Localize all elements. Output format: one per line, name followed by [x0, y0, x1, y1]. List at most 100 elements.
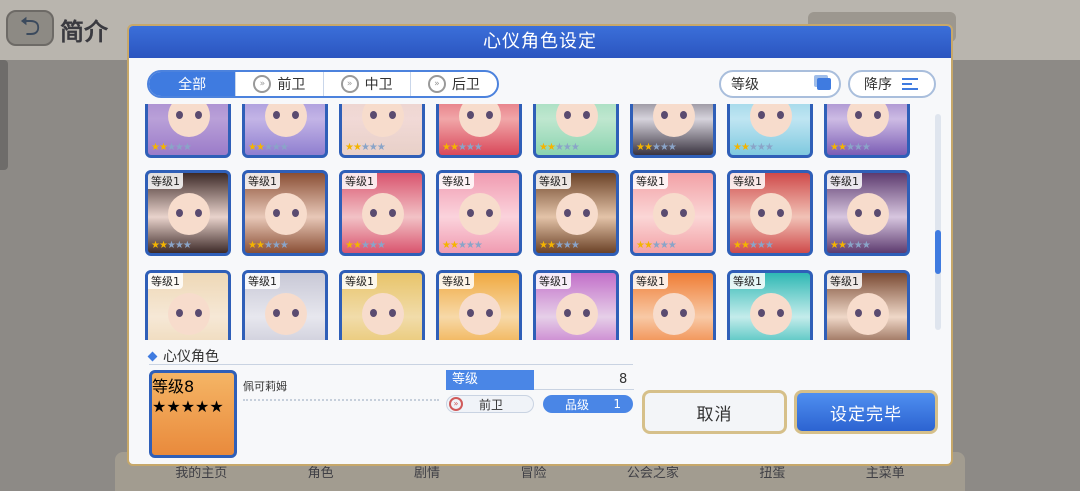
- descending-icon: [902, 78, 918, 90]
- level-badge: 等级1: [633, 273, 668, 289]
- character-card[interactable]: 等级1 ★★★★★: [339, 170, 425, 256]
- character-card[interactable]: 等级1 ★★★★★: [727, 170, 813, 256]
- character-portrait: [168, 104, 210, 137]
- portrait-eyes: [661, 309, 687, 317]
- tab-midguard[interactable]: » 中卫: [324, 72, 411, 96]
- portrait-eyes: [855, 209, 881, 217]
- character-card[interactable]: 等级1★★★★★: [339, 270, 425, 340]
- portrait-eyes: [273, 209, 299, 217]
- character-portrait: [556, 104, 598, 137]
- character-card[interactable]: 等级1★★★★★: [630, 170, 716, 256]
- tab-all[interactable]: 全部: [149, 72, 237, 96]
- star-rating: ★★★★★: [733, 142, 774, 153]
- portrait-eyes: [564, 209, 590, 217]
- level-badge: 等级1: [148, 273, 183, 289]
- tab-label: 全部: [178, 77, 207, 93]
- character-card[interactable]: 等级1★★★★★: [533, 170, 619, 256]
- star-rating: ★★★★★: [248, 142, 289, 153]
- character-portrait: [459, 104, 501, 137]
- character-card[interactable]: ★★★★★: [339, 104, 425, 158]
- dialog-title: 心仪角色设定: [129, 26, 951, 58]
- star-rating: ★★★★★: [151, 240, 192, 251]
- level-label: 等级: [446, 370, 534, 390]
- character-card[interactable]: 等级1★★★★★: [824, 270, 910, 340]
- portrait-eyes: [467, 209, 493, 217]
- star-rating: ★★★★★: [830, 142, 871, 153]
- character-card[interactable]: 等级1★★★★★: [242, 270, 328, 340]
- portrait-eyes: [661, 111, 687, 119]
- level-badge: 等级1: [730, 173, 765, 189]
- back-icon[interactable]: ⮌: [6, 10, 54, 46]
- portrait-eyes: [564, 111, 590, 119]
- character-card[interactable]: ★★★★★: [630, 104, 716, 158]
- vanguard-icon: »: [449, 397, 463, 411]
- level-badge: 等级1: [633, 173, 668, 189]
- rank-label: 品级: [565, 397, 590, 412]
- sort-by-level-button[interactable]: 等级: [719, 70, 841, 98]
- portrait-eyes: [176, 309, 202, 317]
- star-rating: ★★★★★: [442, 240, 483, 251]
- character-card[interactable]: 等级1★★★★★: [436, 170, 522, 256]
- character-portrait: [847, 104, 889, 137]
- star-rating: ★★★★★: [539, 240, 580, 251]
- character-card[interactable]: ★★★★★: [436, 104, 522, 158]
- character-portrait: [265, 104, 307, 137]
- favorite-section-title: 心仪角色: [147, 346, 219, 366]
- role-label: 前卫: [479, 397, 504, 412]
- tab-label: 中卫: [364, 77, 393, 93]
- level-badge: 等级1: [342, 273, 377, 289]
- favorite-character-card[interactable]: 等级8 ★★★★★: [149, 370, 237, 458]
- character-card[interactable]: ★★★★★: [533, 104, 619, 158]
- order-label: 降序: [864, 77, 892, 93]
- character-card[interactable]: ★★★★★: [727, 104, 813, 158]
- favorite-level-badge: 等级8: [152, 377, 195, 396]
- star-rating: ★★★★★: [539, 142, 580, 153]
- character-portrait: [653, 104, 695, 137]
- character-card[interactable]: 等级1★★★★★: [145, 270, 231, 340]
- character-card[interactable]: 等级1★★★★★: [436, 270, 522, 340]
- character-card[interactable]: 等级1★★★★★: [630, 270, 716, 340]
- tab-rearguard[interactable]: » 后卫: [411, 72, 497, 96]
- character-card[interactable]: ★★★★★: [824, 104, 910, 158]
- role-filter-tabs: 全部 » 前卫 » 中卫 » 后卫: [147, 70, 499, 98]
- role-badge: » 前卫: [446, 395, 534, 413]
- character-card[interactable]: 等级1★★★★★: [145, 170, 231, 256]
- character-portrait: [750, 104, 792, 137]
- character-card[interactable]: 等级1★★★★★: [242, 170, 328, 256]
- cancel-button[interactable]: 取消: [642, 390, 787, 434]
- favorite-character-dialog: 心仪角色设定 全部 » 前卫 » 中卫 » 后卫 等级 降序 ★★★★★ ★★★★★ ★★…: [127, 24, 953, 466]
- character-card[interactable]: ★★★★★: [242, 104, 328, 158]
- character-card[interactable]: 等级1★★★★★: [727, 270, 813, 340]
- portrait-eyes: [176, 209, 202, 217]
- favorite-section-label: 心仪角色: [163, 349, 219, 365]
- tab-vanguard[interactable]: » 前卫: [236, 72, 324, 96]
- character-card[interactable]: 等级1★★★★★: [533, 270, 619, 340]
- rank-value: 1: [613, 397, 621, 411]
- grid-scroll-thumb[interactable]: [935, 230, 941, 274]
- portrait-eyes: [370, 309, 396, 317]
- level-badge: 等级1: [827, 173, 862, 189]
- confirm-button[interactable]: 设定完毕: [794, 390, 938, 434]
- sort-order-button[interactable]: 降序: [848, 70, 936, 98]
- sort-label: 等级: [731, 77, 759, 93]
- favorite-star-rating: ★★★★★: [152, 397, 224, 416]
- portrait-eyes: [370, 209, 396, 217]
- tab-label: 后卫: [451, 77, 480, 93]
- level-badge: 等级1: [730, 273, 765, 289]
- star-rating: ★★★★★: [345, 142, 386, 153]
- star-rating: ★★★★★: [151, 142, 192, 153]
- character-card[interactable]: ★★★★★: [145, 104, 231, 158]
- favorite-character-name: 佩可莉姆: [243, 380, 287, 393]
- star-rating: ★★★★★: [345, 240, 386, 251]
- character-portrait: [362, 104, 404, 137]
- grid-scrollbar[interactable]: [935, 114, 941, 330]
- rank-badge: 品级 1: [543, 395, 633, 413]
- dotted-divider: [243, 399, 439, 401]
- level-badge: 等级1: [342, 173, 377, 189]
- portrait-eyes: [273, 309, 299, 317]
- star-rating: ★★★★★: [733, 240, 774, 251]
- character-card[interactable]: 等级1★★★★★: [824, 170, 910, 256]
- portrait-eyes: [758, 309, 784, 317]
- level-value: 8: [619, 372, 628, 387]
- level-underline: [534, 389, 634, 390]
